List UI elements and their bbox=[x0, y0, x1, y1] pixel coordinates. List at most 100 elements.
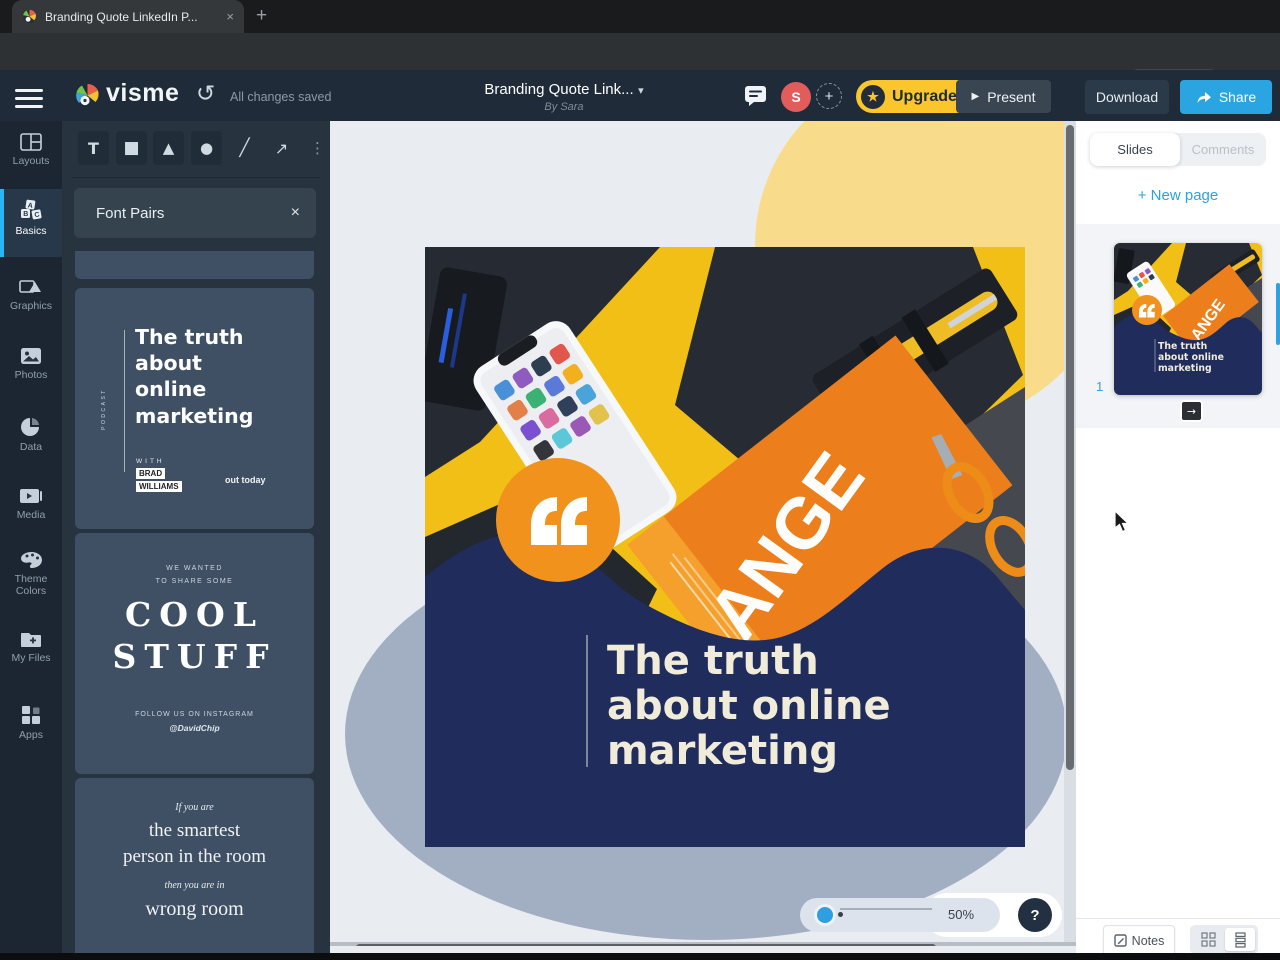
room-line-1: the smartest bbox=[148, 820, 241, 841]
zoom-track[interactable] bbox=[840, 907, 932, 910]
podcast-name-bottom: WILLIAMS bbox=[136, 481, 182, 492]
notes-label: Notes bbox=[1131, 933, 1165, 948]
svg-text:marketing: marketing bbox=[1158, 363, 1212, 374]
design-artboard[interactable]: ANGE The truth about online marketing bbox=[330, 121, 1076, 946]
document-title-block[interactable]: Branding Quote Link... ▾ By Sara bbox=[454, 81, 674, 113]
editor-canvas[interactable]: ANGE The truth about online marketing 50… bbox=[330, 121, 1076, 946]
svg-text:A: A bbox=[27, 202, 33, 210]
layouts-icon bbox=[20, 133, 42, 151]
photos-icon bbox=[21, 348, 41, 364]
chevron-down-icon[interactable]: ▾ bbox=[638, 84, 644, 97]
screen: Branding Quote LinkedIn P... × + ← → ↻ m… bbox=[0, 0, 1280, 960]
new-tab-icon[interactable]: + bbox=[256, 5, 267, 27]
more-tools-icon[interactable]: ⋮ bbox=[302, 131, 333, 165]
list-view-icon bbox=[1234, 931, 1246, 948]
download-button[interactable]: Download bbox=[1085, 80, 1169, 114]
browser-toolbar: ← → ↻ my.visme.co/editor/TUF0dlV1ci9SZVB… bbox=[0, 33, 1280, 99]
sidebar-item-layouts[interactable]: Layouts bbox=[0, 133, 62, 167]
tab-slides[interactable]: Slides bbox=[1090, 133, 1180, 166]
notes-icon bbox=[1113, 934, 1127, 947]
sidebar-item-basics[interactable]: A B C Basics bbox=[0, 199, 62, 237]
sidebar-item-photos[interactable]: Photos bbox=[0, 347, 62, 381]
room-middle: then you are in bbox=[164, 880, 225, 891]
triangle-shape-tool[interactable]: ▲ bbox=[153, 131, 184, 165]
line-tool[interactable]: ╱ bbox=[229, 131, 260, 165]
new-page-button[interactable]: + New page bbox=[1076, 187, 1280, 204]
text-tool[interactable]: T bbox=[78, 131, 109, 165]
browser-tab[interactable]: Branding Quote LinkedIn P... × bbox=[12, 0, 244, 33]
zoom-value: 50% bbox=[948, 907, 975, 922]
cool-big-1: COOL bbox=[125, 595, 264, 634]
share-button[interactable]: Share bbox=[1180, 80, 1272, 114]
font-pairs-header: Font Pairs × bbox=[74, 188, 316, 238]
help-button[interactable]: ? bbox=[1018, 898, 1052, 932]
arrow-tool[interactable]: ↗ bbox=[266, 131, 297, 165]
font-pair-card-cool-stuff[interactable]: WE WANTED TO SHARE SOME COOL STUFF FOLLO… bbox=[75, 533, 314, 774]
visme-favicon bbox=[22, 9, 37, 24]
cool-footer: FOLLOW US ON INSTAGRAM bbox=[135, 711, 254, 718]
grid-view-button[interactable] bbox=[1193, 928, 1223, 951]
sidebar-item-theme-colors[interactable]: Theme Colors bbox=[0, 551, 62, 597]
add-member-icon[interactable]: + bbox=[816, 83, 842, 109]
slide-thumbnail[interactable]: ANGE The truth about online marketing bbox=[1114, 243, 1262, 395]
brand-wordmark[interactable]: visme bbox=[106, 79, 179, 108]
undo-icon[interactable]: ↺ bbox=[196, 81, 215, 107]
font-pairs-title: Font Pairs bbox=[96, 204, 165, 222]
podcast-note: out today bbox=[225, 475, 266, 485]
slide-number: 1 bbox=[1096, 379, 1104, 394]
circle-shape-tool[interactable]: ● bbox=[191, 131, 222, 165]
tab-title: Branding Quote LinkedIn P... bbox=[45, 9, 198, 24]
room-intro: If you are bbox=[175, 802, 214, 813]
present-button[interactable]: ▶ Present bbox=[956, 80, 1051, 113]
podcast-with-label: WITH bbox=[136, 458, 165, 465]
share-label: Share bbox=[1218, 89, 1257, 105]
font-pair-card-partial[interactable] bbox=[75, 251, 314, 279]
visme-logo-icon[interactable] bbox=[74, 82, 101, 109]
sidebar-item-data[interactable]: Data bbox=[0, 417, 62, 453]
quote-circle[interactable] bbox=[496, 458, 620, 582]
my-files-icon bbox=[21, 633, 41, 647]
sidebar-item-graphics[interactable]: Graphics bbox=[0, 277, 62, 312]
notes-button[interactable]: Notes bbox=[1103, 925, 1175, 956]
document-byline: By Sara bbox=[544, 101, 584, 113]
data-icon bbox=[21, 418, 39, 436]
bottom-strip bbox=[0, 953, 1280, 960]
room-line-3: wrong room bbox=[145, 898, 244, 920]
square-shape-tool[interactable]: ■ bbox=[116, 131, 147, 165]
text-accent-line bbox=[586, 635, 588, 767]
divider bbox=[124, 330, 125, 472]
zoom-handle[interactable] bbox=[817, 907, 833, 923]
left-rail: Layouts A B C Basics Graphics Photos Dat… bbox=[0, 121, 62, 960]
share-icon bbox=[1197, 91, 1211, 103]
sidebar-item-apps[interactable]: Apps bbox=[0, 705, 62, 741]
close-icon[interactable]: × bbox=[291, 204, 300, 222]
panel-scrollbar-thumb[interactable] bbox=[1276, 283, 1280, 345]
tab-comments[interactable]: Comments bbox=[1180, 133, 1266, 166]
podcast-name-top: BRAD bbox=[136, 468, 166, 479]
podcast-title: The truth about online marketing bbox=[135, 325, 254, 428]
svg-text:B: B bbox=[23, 211, 28, 218]
v-scrollbar-thumb[interactable] bbox=[1066, 125, 1074, 770]
tab-close-icon[interactable]: × bbox=[226, 9, 234, 24]
slides-comments-tabs: Slides Comments bbox=[1090, 133, 1266, 166]
hamburger-menu-icon[interactable] bbox=[15, 84, 43, 113]
basics-icon: A B C bbox=[21, 199, 42, 220]
slide-transition-icon[interactable]: → bbox=[1180, 400, 1203, 422]
zoom-tick bbox=[838, 912, 843, 917]
svg-text:about online: about online bbox=[1158, 352, 1224, 363]
comments-icon[interactable] bbox=[744, 85, 768, 107]
sidebar-item-media[interactable]: Media bbox=[0, 487, 62, 521]
h-scrollbar-thumb[interactable] bbox=[356, 944, 936, 946]
basics-panel: T ■ ▲ ● ╱ ↗ ⋮ Font Pairs × PODCAST The t… bbox=[62, 121, 330, 960]
document-title[interactable]: Branding Quote Link... bbox=[484, 81, 633, 98]
room-line-2: person in the room bbox=[122, 846, 266, 867]
avatar[interactable]: S bbox=[781, 82, 811, 112]
list-view-button[interactable] bbox=[1225, 928, 1255, 951]
zoom-slider[interactable]: 50% bbox=[800, 898, 1000, 932]
sidebar-item-my-files[interactable]: My Files bbox=[0, 630, 62, 664]
font-pair-card-room[interactable]: If you are the smartest person in the ro… bbox=[75, 778, 314, 960]
quote-line-3: marketing bbox=[607, 728, 838, 774]
star-icon: ★ bbox=[861, 84, 885, 109]
font-pair-card-podcast[interactable]: PODCAST The truth about online marketing… bbox=[75, 288, 314, 529]
right-panel: Slides Comments + New page 1 ANGE The tr… bbox=[1076, 121, 1280, 960]
